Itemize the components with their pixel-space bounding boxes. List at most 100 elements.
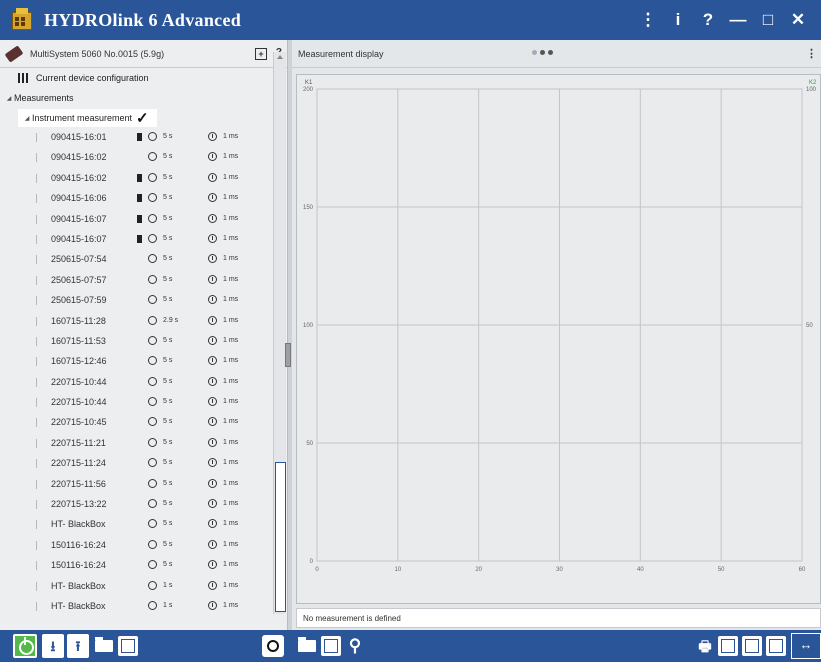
measurement-chart[interactable]: 0 10 20 30 40 50 60 200 150 100 50 0 100 50 K1 K2	[296, 74, 821, 604]
measurement-rate: 1 ms	[223, 234, 239, 242]
scroll-thumb[interactable]	[275, 462, 286, 612]
collapse-triangle-icon[interactable]: ◢	[22, 115, 32, 122]
help-icon[interactable]: ?	[693, 10, 723, 30]
splitter-grip-icon[interactable]	[285, 343, 291, 367]
duration-icon	[148, 193, 157, 203]
measurement-row[interactable]: 250615-07:59 5 s 1 ms	[0, 291, 273, 311]
measurement-row[interactable]: 220715-11:21 5 s 1 ms	[0, 434, 273, 454]
search-icon[interactable]: ⚲	[344, 634, 366, 658]
sample-rate-icon	[208, 437, 217, 447]
measurement-duration: 5 s	[163, 520, 173, 528]
measurement-duration: 5 s	[163, 357, 173, 365]
measurement-row[interactable]: 250615-07:54 5 s 1 ms	[0, 250, 273, 270]
open-folder-icon[interactable]	[95, 637, 113, 652]
measurement-row[interactable]: 220715-11:24 5 s 1 ms	[0, 454, 273, 474]
chart-canvas: 0 10 20 30 40 50 60 200 150 100 50 0 100 50 K1 K2	[303, 80, 817, 573]
collapse-triangle-icon[interactable]: ◢	[4, 95, 14, 102]
tree-connector	[36, 540, 37, 550]
measurement-row[interactable]: 160715-11:53 5 s 1 ms	[0, 332, 273, 352]
measurement-row[interactable]: 090415-16:02 5 s 1 ms	[0, 169, 273, 189]
measurement-row[interactable]: 220715-10:44 5 s 1 ms	[0, 373, 273, 393]
sample-rate-icon	[208, 397, 217, 407]
pdf-export-icon[interactable]	[718, 636, 738, 656]
duration-icon	[148, 356, 157, 366]
tree-connector	[36, 520, 37, 530]
tree-scrollbar[interactable]	[273, 52, 286, 614]
measurement-name: 090415-16:02	[51, 152, 107, 163]
save-icon[interactable]	[118, 636, 138, 656]
chart-settings-icon[interactable]	[321, 636, 341, 656]
maximize-button[interactable]: □	[753, 10, 783, 30]
power-button[interactable]	[13, 634, 37, 658]
measurement-name: 250615-07:59	[51, 295, 107, 306]
scroll-up-icon[interactable]	[277, 55, 283, 59]
upload-button[interactable]: ⭱	[67, 634, 89, 658]
tree-item-instrument-label: Instrument measurement	[32, 113, 133, 123]
duration-icon	[148, 213, 157, 223]
more-menu-icon[interactable]: ⋮	[633, 10, 663, 30]
graph-view-icon[interactable]	[766, 636, 786, 656]
measurement-name: 160715-12:46	[51, 356, 107, 367]
record-button[interactable]	[262, 635, 284, 657]
tree-item-measurements[interactable]: ◢ Measurements	[0, 88, 273, 108]
x-tick-label: 10	[394, 567, 401, 573]
tree-item-instrument[interactable]: ◢ Instrument measurement ✓	[0, 108, 273, 128]
tree-connector	[36, 133, 37, 142]
measurement-name: 160715-11:28	[51, 315, 106, 326]
measurement-row[interactable]: 150116-16:24 5 s 1 ms	[0, 556, 273, 576]
print-icon[interactable]: 🖶	[694, 634, 716, 658]
tree-connector	[36, 296, 37, 306]
measurement-row[interactable]: 090415-16:01 5 s 1 ms	[0, 128, 273, 148]
display-menu-icon[interactable]: ⋮	[806, 47, 817, 60]
measurement-row[interactable]: 090415-16:06 5 s 1 ms	[0, 189, 273, 209]
measurement-rate: 1 ms	[223, 255, 239, 263]
sample-rate-icon	[208, 600, 217, 610]
duration-icon	[148, 458, 157, 468]
sample-rate-icon	[208, 172, 217, 182]
measurement-name: HT- BlackBox	[51, 519, 106, 530]
measurement-rate: 1 ms	[223, 479, 239, 487]
close-button[interactable]: ✕	[783, 10, 813, 30]
measurement-duration: 5 s	[163, 540, 173, 548]
tree-connector	[36, 500, 37, 510]
expand-panel-icon[interactable]: +	[255, 48, 267, 60]
tree-connector	[36, 459, 37, 469]
minimize-button[interactable]: —	[723, 10, 753, 30]
measurement-row[interactable]: HT- BlackBox 1 s 1 ms	[0, 577, 273, 597]
measurement-duration: 5 s	[163, 214, 173, 222]
measurement-row[interactable]: 150116-16:24 5 s 1 ms	[0, 536, 273, 556]
duration-icon	[148, 499, 157, 509]
tree-connector	[36, 194, 37, 204]
download-button[interactable]: ⭳	[42, 634, 64, 658]
measurement-duration: 5 s	[163, 133, 173, 140]
measurement-row[interactable]: 250615-07:57 5 s 1 ms	[0, 271, 273, 291]
open-measurement-icon[interactable]	[298, 637, 316, 652]
display-header: Measurement display ⋮	[292, 40, 821, 68]
measurement-row[interactable]: 090415-16:07 5 s 1 ms	[0, 210, 273, 230]
measurement-row[interactable]: 220715-13:22 5 s 1 ms	[0, 495, 273, 515]
measurement-duration: 5 s	[163, 479, 173, 487]
measurement-rate: 1 ms	[223, 357, 239, 365]
page-indicator[interactable]	[532, 50, 553, 55]
bookmark-icon	[137, 133, 142, 141]
measurement-row[interactable]: 220715-10:45 5 s 1 ms	[0, 413, 273, 433]
measurement-name: 250615-07:54	[51, 254, 107, 265]
measurement-row[interactable]: 090415-16:07 5 s 1 ms	[0, 230, 273, 250]
measurement-row[interactable]: HT- BlackBox 1 s 1 ms	[0, 597, 273, 617]
sample-rate-icon	[208, 580, 217, 590]
expand-arrows-icon[interactable]: ↔	[791, 633, 821, 659]
measurement-row[interactable]: HT- BlackBox 5 s 1 ms	[0, 515, 273, 535]
tree-connector	[36, 214, 37, 224]
device-header: MultiSystem 5060 No.0015 (5.9g) + ?	[0, 40, 287, 68]
measurement-rate: 1 ms	[223, 438, 239, 446]
info-icon[interactable]: i	[663, 10, 693, 30]
device-panel: MultiSystem 5060 No.0015 (5.9g) + ? Curr…	[0, 40, 288, 630]
tree-item-config[interactable]: Current device configuration	[0, 68, 273, 88]
measurement-row[interactable]: 090415-16:02 5 s 1 ms	[0, 148, 273, 168]
measurement-row[interactable]: 160715-12:46 5 s 1 ms	[0, 352, 273, 372]
measurement-row[interactable]: 160715-11:28 2.9 s 1 ms	[0, 312, 273, 332]
measurement-row[interactable]: 220715-10:44 5 s 1 ms	[0, 393, 273, 413]
duration-icon	[148, 478, 157, 488]
measurement-row[interactable]: 220715-11:56 5 s 1 ms	[0, 475, 273, 495]
image-export-icon[interactable]	[742, 636, 762, 656]
